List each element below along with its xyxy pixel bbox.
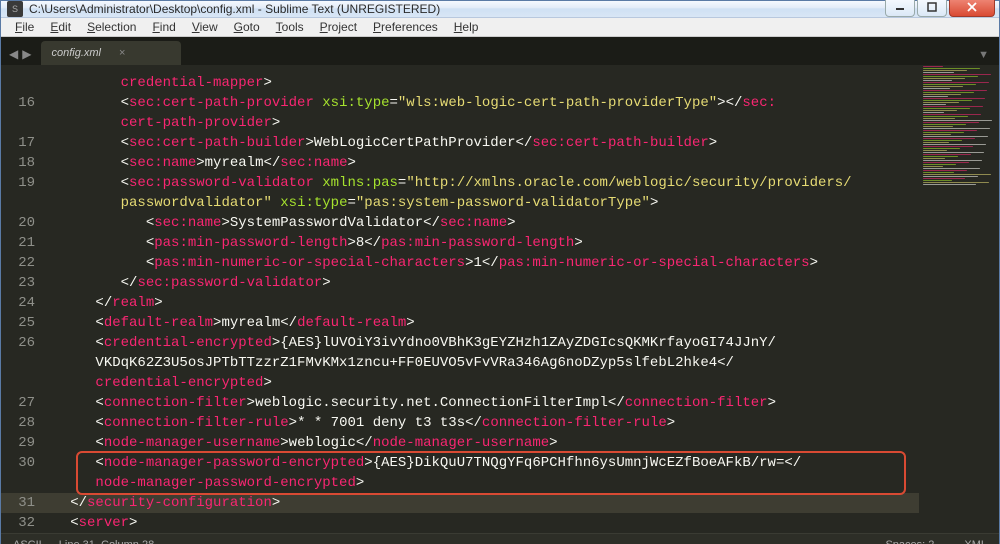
menu-edit[interactable]: Edit (42, 18, 79, 36)
menu-tools[interactable]: Tools (268, 18, 312, 36)
tab-nav-arrows: ◀ ▶ (5, 47, 35, 65)
close-button[interactable] (949, 0, 995, 17)
window-title: C:\Users\Administrator\Desktop\config.xm… (29, 2, 883, 16)
app-body: ◀ ▶ config.xml × ▼ 161718192021222324252… (1, 37, 999, 544)
maximize-button[interactable] (917, 0, 947, 17)
code-area[interactable]: credential-mapper> <sec:cert-path-provid… (45, 65, 919, 533)
window-controls (883, 0, 995, 17)
menu-help[interactable]: Help (446, 18, 487, 36)
editor[interactable]: 1617181920212223242526272829303132 crede… (1, 65, 999, 533)
tab-label: config.xml (51, 47, 101, 59)
menu-file[interactable]: File (7, 18, 42, 36)
status-position[interactable]: Line 31, Column 28 (59, 539, 154, 544)
menu-selection[interactable]: Selection (79, 18, 144, 36)
title-bar: S C:\Users\Administrator\Desktop\config.… (1, 1, 999, 18)
minimap[interactable] (919, 65, 999, 533)
status-spaces[interactable]: Spaces: 2 (885, 539, 934, 544)
minimize-button[interactable] (885, 0, 915, 17)
app-window: S C:\Users\Administrator\Desktop\config.… (0, 0, 1000, 544)
nav-forward-icon[interactable]: ▶ (22, 47, 31, 61)
menu-project[interactable]: Project (312, 18, 365, 36)
nav-back-icon[interactable]: ◀ (9, 47, 18, 61)
menu-preferences[interactable]: Preferences (365, 18, 446, 36)
line-number-gutter: 1617181920212223242526272829303132 (1, 65, 45, 533)
menu-find[interactable]: Find (144, 18, 183, 36)
menu-bar: FileEditSelectionFindViewGotoToolsProjec… (1, 18, 999, 37)
status-encoding[interactable]: ASCII, (13, 539, 45, 544)
status-bar: ASCII, Line 31, Column 28 Spaces: 2 XML (1, 533, 999, 544)
tab-row: ◀ ▶ config.xml × ▼ (1, 37, 999, 65)
app-icon: S (7, 1, 23, 17)
menu-view[interactable]: View (184, 18, 226, 36)
tab-close-icon[interactable]: × (119, 47, 125, 59)
status-syntax[interactable]: XML (964, 539, 987, 544)
tab-overflow-icon[interactable]: ▼ (978, 49, 999, 65)
menu-goto[interactable]: Goto (226, 18, 268, 36)
tab-config[interactable]: config.xml × (41, 41, 181, 65)
